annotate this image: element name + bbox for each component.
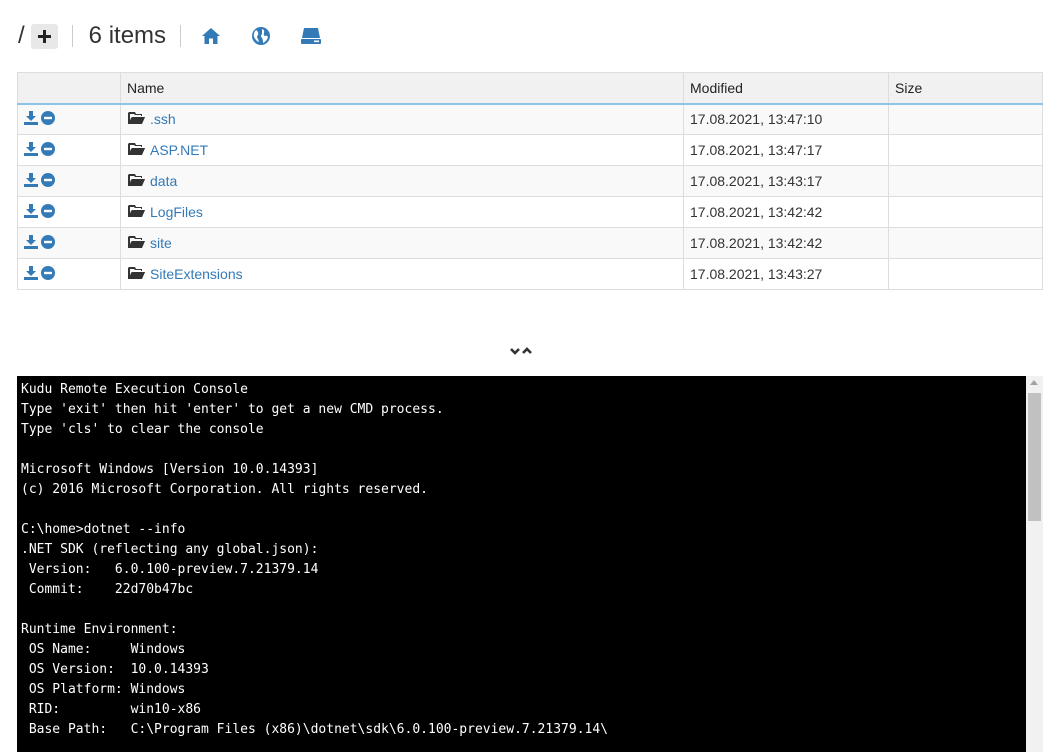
download-icon[interactable] <box>24 172 38 190</box>
drive-icon[interactable] <box>299 24 323 48</box>
download-icon[interactable] <box>24 141 38 159</box>
name-cell: ASP.NET <box>120 134 684 166</box>
column-header-size[interactable]: Size <box>888 72 1043 105</box>
minus-circle-icon[interactable] <box>41 110 55 128</box>
name-cell: site <box>120 227 684 259</box>
download-icon[interactable] <box>24 234 38 252</box>
name-cell: LogFiles <box>120 196 684 228</box>
add-button[interactable] <box>30 23 58 49</box>
minus-circle-icon[interactable] <box>41 234 55 252</box>
name-cell: data <box>120 165 684 197</box>
column-header-actions <box>17 72 121 105</box>
path-root[interactable]: / <box>18 22 25 50</box>
size-cell <box>888 103 1043 135</box>
folder-open-icon <box>127 235 146 252</box>
size-cell <box>888 165 1043 197</box>
table-row: ASP.NET 17.08.2021, 13:47:17 <box>17 134 1043 166</box>
modified-cell: 17.08.2021, 13:47:17 <box>683 134 889 166</box>
modified-cell: 17.08.2021, 13:42:42 <box>683 227 889 259</box>
globe-icon[interactable] <box>249 24 273 48</box>
row-actions <box>17 196 121 228</box>
download-icon[interactable] <box>24 265 38 283</box>
file-table: Name Modified Size .ssh 17.08.2021, 13:47… <box>17 72 1043 290</box>
table-row: site 17.08.2021, 13:42:42 <box>17 227 1043 259</box>
console-text: Kudu Remote Execution Console Type 'exit… <box>21 382 608 737</box>
row-actions <box>17 227 121 259</box>
download-icon[interactable] <box>24 110 38 128</box>
modified-cell: 17.08.2021, 13:42:42 <box>683 196 889 228</box>
size-cell <box>888 196 1043 228</box>
name-cell: .ssh <box>120 103 684 135</box>
row-actions <box>17 134 121 166</box>
row-actions <box>17 103 121 135</box>
plus-icon <box>37 29 51 43</box>
column-header-modified[interactable]: Modified <box>683 72 889 105</box>
folder-open-icon <box>127 173 146 190</box>
separator <box>180 25 182 47</box>
folder-open-icon <box>127 142 146 159</box>
table-header-row: Name Modified Size <box>17 72 1043 105</box>
table-row: LogFiles 17.08.2021, 13:42:42 <box>17 196 1043 228</box>
scroll-thumb[interactable] <box>1028 393 1041 521</box>
file-browser-header: / 6 items <box>18 18 323 54</box>
items-count: 6 items <box>88 22 167 49</box>
table-row: SiteExtensions 17.08.2021, 13:43:27 <box>17 258 1043 290</box>
folder-link[interactable]: data <box>150 173 177 189</box>
folder-open-icon <box>127 111 146 128</box>
scroll-up-arrow[interactable] <box>1030 380 1038 385</box>
table-row: data 17.08.2021, 13:43:17 <box>17 165 1043 197</box>
row-actions <box>17 258 121 290</box>
name-cell: SiteExtensions <box>120 258 684 290</box>
folder-link[interactable]: SiteExtensions <box>150 266 243 282</box>
folder-link[interactable]: .ssh <box>150 111 176 127</box>
minus-circle-icon[interactable] <box>41 265 55 283</box>
chevron-up-icon[interactable] <box>522 346 540 358</box>
home-icon[interactable] <box>199 24 223 48</box>
folder-link[interactable]: site <box>150 235 172 251</box>
size-cell <box>888 134 1043 166</box>
download-icon[interactable] <box>24 203 38 221</box>
panel-resizer[interactable] <box>510 346 540 358</box>
folder-open-icon <box>127 266 146 283</box>
folder-open-icon <box>127 204 146 221</box>
size-cell <box>888 227 1043 259</box>
minus-circle-icon[interactable] <box>41 141 55 159</box>
minus-circle-icon[interactable] <box>41 172 55 190</box>
folder-link[interactable]: ASP.NET <box>150 142 208 158</box>
console-output[interactable]: Kudu Remote Execution Console Type 'exit… <box>17 376 1026 752</box>
column-header-name[interactable]: Name <box>120 72 684 105</box>
minus-circle-icon[interactable] <box>41 203 55 221</box>
console-scrollbar[interactable] <box>1026 376 1043 752</box>
folder-link[interactable]: LogFiles <box>150 204 203 220</box>
row-actions <box>17 165 121 197</box>
modified-cell: 17.08.2021, 13:47:10 <box>683 103 889 135</box>
separator <box>71 25 73 47</box>
modified-cell: 17.08.2021, 13:43:17 <box>683 165 889 197</box>
table-row: .ssh 17.08.2021, 13:47:10 <box>17 103 1043 135</box>
size-cell <box>888 258 1043 290</box>
modified-cell: 17.08.2021, 13:43:27 <box>683 258 889 290</box>
